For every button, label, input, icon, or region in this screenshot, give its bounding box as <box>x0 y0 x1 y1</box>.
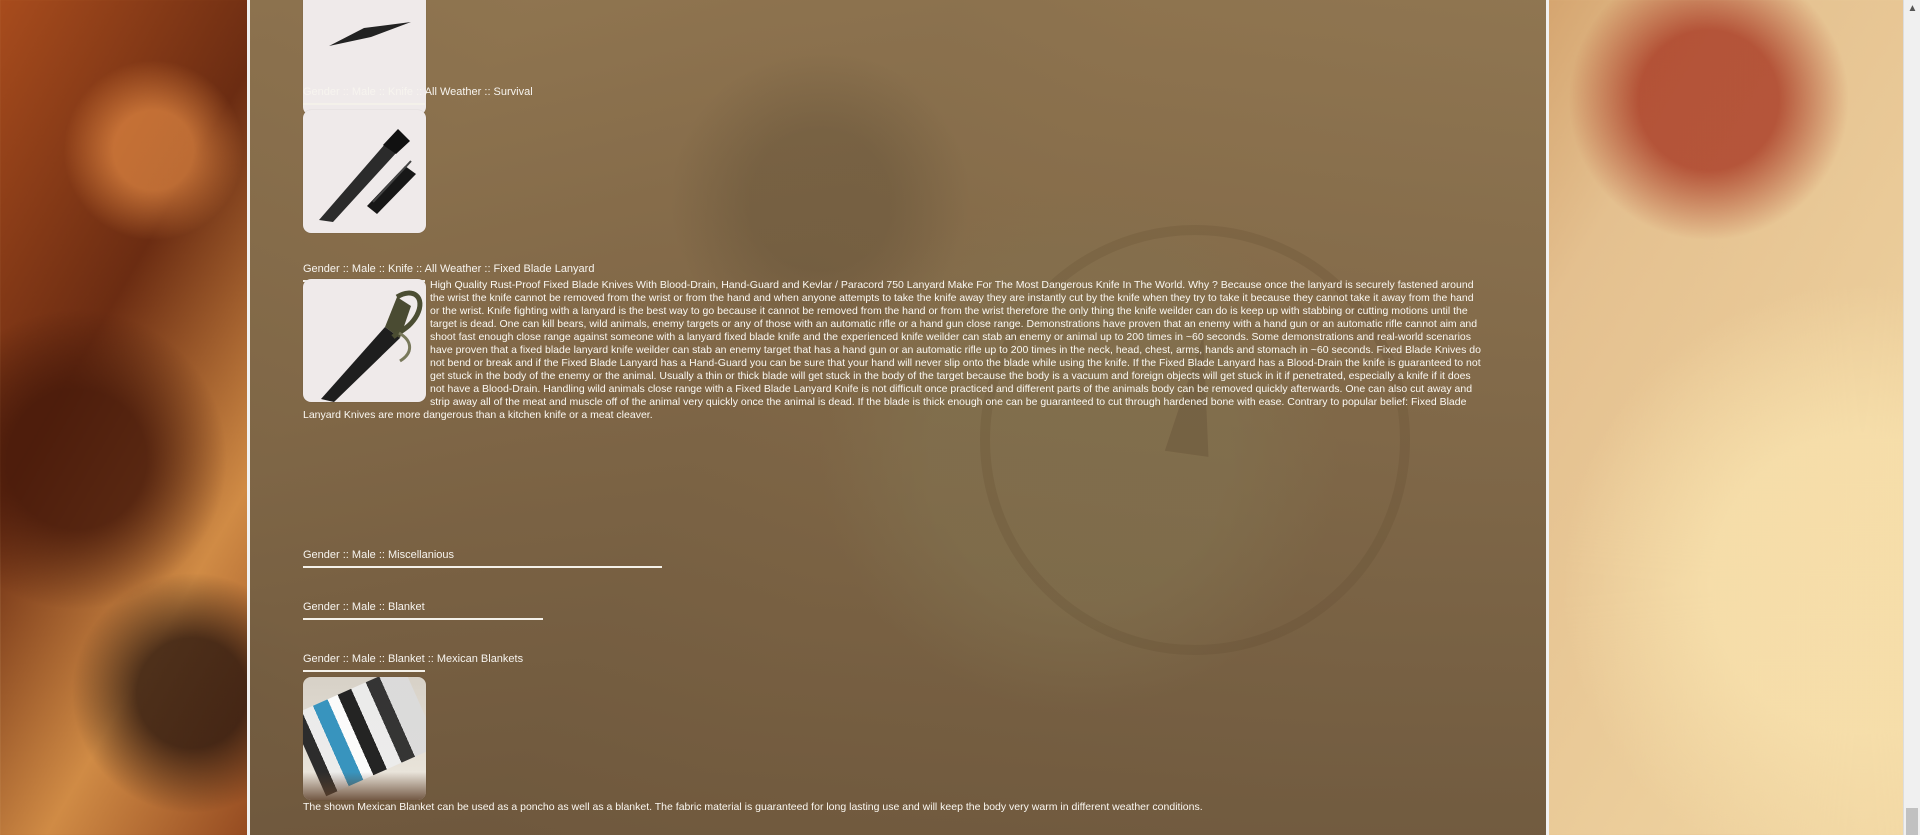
category-divider <box>303 566 662 568</box>
category-breadcrumb[interactable]: Gender :: Male :: Knife :: All Weather :… <box>303 263 594 276</box>
vertical-scrollbar[interactable]: ▲ <box>1903 0 1920 835</box>
category-breadcrumb[interactable]: Gender :: Male :: Blanket :: Mexican Bla… <box>303 653 523 666</box>
category-divider <box>303 103 425 105</box>
scrollbar-thumb[interactable] <box>1906 808 1918 835</box>
content-panel: Gender :: Male :: Knife :: All Weather :… <box>247 0 1549 835</box>
fixed-blade-description: High Quality Rust-Proof Fixed Blade Kniv… <box>303 279 1483 422</box>
category-divider <box>303 670 425 672</box>
mexican-blanket-thumbnail[interactable] <box>303 677 426 800</box>
category-divider <box>303 618 543 620</box>
fixed-blade-description-text: High Quality Rust-Proof Fixed Blade Kniv… <box>303 279 1481 421</box>
mexican-blanket-description: The shown Mexican Blanket can be used as… <box>303 801 1203 813</box>
category-breadcrumb[interactable]: Gender :: Male :: Blanket <box>303 601 425 614</box>
category-breadcrumb[interactable]: Gender :: Male :: Knife :: All Weather :… <box>303 86 533 99</box>
blanket-section: Gender :: Male :: Blanket <box>303 601 1483 625</box>
chevron-up-icon[interactable]: ▲ <box>1904 0 1920 17</box>
knife-survival-section: Gender :: Male :: Knife :: All Weather :… <box>303 86 1483 233</box>
category-breadcrumb[interactable]: Gender :: Male :: Miscellanious <box>303 549 454 562</box>
fixed-blade-lanyard-thumbnail[interactable] <box>303 279 426 402</box>
mexican-blankets-section: Gender :: Male :: Blanket :: Mexican Bla… <box>303 653 1483 814</box>
fixed-blade-lanyard-section: Gender :: Male :: Knife :: All Weather :… <box>303 263 1483 422</box>
miscellaneous-section: Gender :: Male :: Miscellanious <box>303 549 1483 573</box>
survival-knife-thumbnail[interactable] <box>303 110 426 233</box>
